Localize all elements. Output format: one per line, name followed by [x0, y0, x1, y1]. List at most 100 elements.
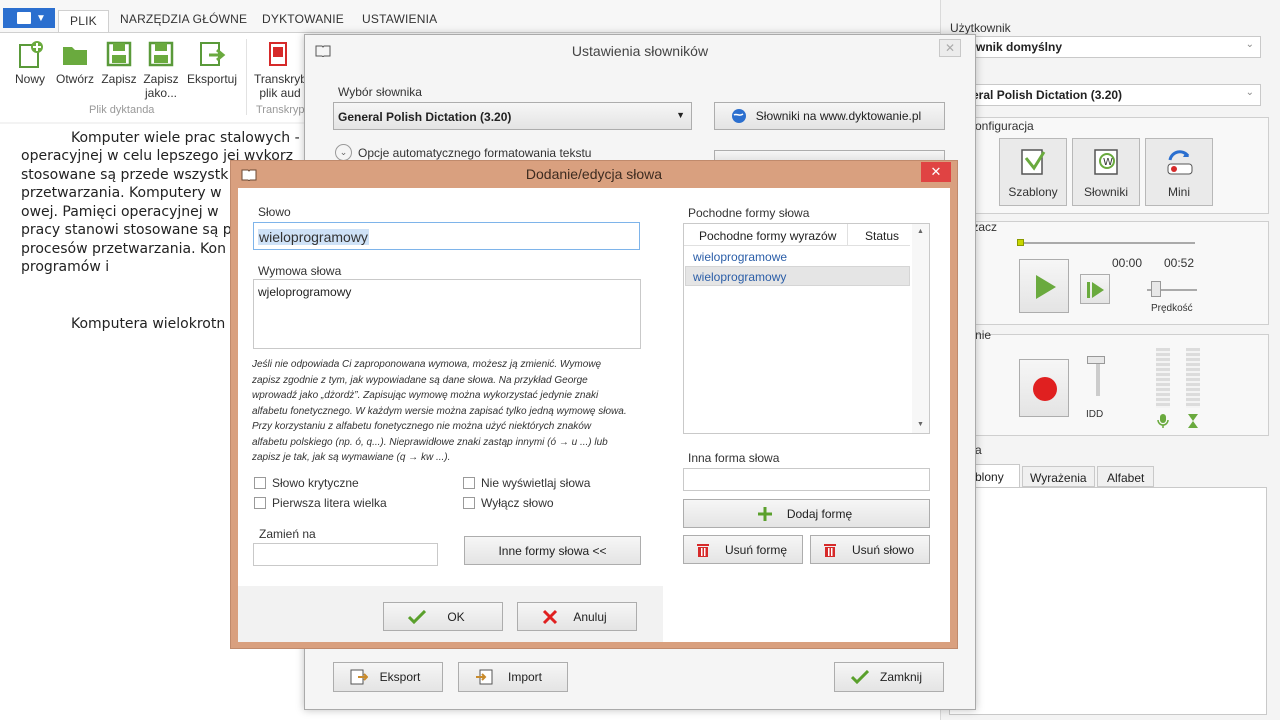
microphone-level-handle[interactable]: [1087, 356, 1105, 364]
word-input[interactable]: wieloprogramowy: [253, 222, 640, 250]
speed-label: Prędkość: [1151, 303, 1193, 314]
input-level-meter: [1156, 348, 1170, 408]
add-form-button[interactable]: Dodaj formę: [683, 499, 930, 528]
scroll-up-icon[interactable]: ▲: [917, 228, 924, 235]
remove-word-button[interactable]: Usuń słowo: [810, 535, 930, 564]
scroll-down-icon[interactable]: ▼: [917, 421, 924, 428]
cancel-label: Anuluj: [573, 609, 607, 624]
tab-alfabet[interactable]: Alfabet: [1097, 466, 1154, 487]
capital-letter-checkbox[interactable]: Pierwsza litera wielka: [254, 496, 387, 510]
transcribe-audio-button[interactable]: Transkryb plik aud: [254, 39, 307, 100]
hourglass-icon: [1188, 414, 1198, 428]
record-button[interactable]: [1019, 359, 1069, 417]
export-label: Eksportuj: [186, 72, 238, 86]
new-document-icon: [19, 41, 43, 68]
pronunciation-textarea[interactable]: wjeloprogramowy: [253, 279, 641, 349]
derived-form-text: wieloprogramowe: [693, 250, 788, 264]
hide-word-checkbox[interactable]: Nie wyświetlaj słowa: [463, 476, 590, 490]
transcribe-label-2: plik aud: [259, 86, 301, 100]
close-button[interactable]: Zamknij: [834, 662, 944, 692]
checkbox-box[interactable]: [254, 497, 266, 509]
user-select[interactable]: tkownik domyślny ⌄: [951, 36, 1261, 58]
play-selection-button[interactable]: [1080, 274, 1110, 304]
play-button[interactable]: [1019, 259, 1069, 313]
import-dict-label: Import: [507, 670, 542, 684]
doc-line: przetwarzania. Komputery w: [21, 185, 222, 201]
export-button[interactable]: Eksportuj: [186, 39, 238, 86]
svg-text:W: W: [1103, 157, 1113, 168]
export-icon: [200, 42, 226, 66]
word-edit-title: Dodanie/edycja słowa: [525, 166, 663, 182]
open-button[interactable]: Otwórz: [54, 39, 96, 86]
replace-with-input[interactable]: [253, 543, 438, 566]
hint-line: Przy korzystaniu z alfabetu fonetycznego…: [252, 421, 592, 432]
record-icon: [1033, 377, 1057, 401]
mini-tile[interactable]: Mini: [1145, 138, 1213, 206]
dictionaries-tile[interactable]: W Słowniki: [1072, 138, 1140, 206]
column-header-status[interactable]: Status: [865, 229, 899, 243]
hint-line: zapisz zgodnie z tym, jak wypowiadane są…: [252, 374, 588, 386]
tab-ustawienia[interactable]: USTAWIENIA: [362, 12, 437, 26]
dictionary-select[interactable]: eneral Polish Dictation (3.20) ⌄: [951, 84, 1261, 106]
dropdown-arrow-icon: ▼: [676, 110, 685, 120]
pronunciation-value: wjeloprogramowy: [258, 285, 352, 299]
critical-word-checkbox[interactable]: Słowo krytyczne: [254, 476, 359, 490]
app-menu-button[interactable]: ▼: [3, 8, 55, 28]
save-button[interactable]: Zapisz: [100, 39, 138, 86]
auto-format-label: Opcje automatycznego formatowania tekstu: [358, 146, 592, 160]
critical-word-label: Słowo krytyczne: [272, 476, 359, 490]
other-form-input[interactable]: [683, 468, 930, 491]
folder-icon: [63, 47, 87, 65]
player-group: [951, 221, 1269, 325]
ok-button[interactable]: OK: [383, 602, 503, 631]
doc-line: Komputer wiele prac stalowych -: [71, 130, 300, 146]
playback-track[interactable]: [1019, 242, 1195, 244]
dictionary-choice-select[interactable]: General Polish Dictation (3.20) ▼: [333, 102, 692, 130]
save-as-label-1: Zapisz: [143, 72, 179, 86]
hint-line: Jeśli nie odpowiada Ci zaproponowana wym…: [252, 359, 602, 370]
doc-line: owej. Pamięci operacyjnej w: [21, 204, 219, 220]
expand-chevron-icon[interactable]: ⌄: [335, 144, 352, 161]
microphone-icon: [1157, 414, 1169, 428]
doc-line: Komputera wielokrotn: [71, 316, 226, 332]
templates-list[interactable]: [949, 487, 1267, 715]
close-icon[interactable]: ✕: [921, 162, 951, 182]
disable-word-checkbox[interactable]: Wyłącz słowo: [463, 496, 554, 510]
dictionaries-tile-label: Słowniki: [1083, 185, 1128, 199]
playback-position-handle[interactable]: [1017, 239, 1024, 246]
import-dict-button[interactable]: Import: [458, 662, 568, 692]
new-button[interactable]: Nowy: [12, 39, 48, 86]
cancel-button[interactable]: Anuluj: [517, 602, 637, 631]
tab-dyktowanie[interactable]: DYKTOWANIE: [262, 12, 344, 26]
document-icon: [17, 12, 31, 24]
remove-form-button[interactable]: Usuń formę: [683, 535, 803, 564]
save-as-icon: [148, 41, 174, 67]
column-header-forms[interactable]: Pochodne formy wyrazów: [699, 229, 836, 243]
templates-tile[interactable]: Szablony: [999, 138, 1067, 206]
list-item[interactable]: wieloprogramowe: [685, 246, 910, 266]
web-dictionaries-button[interactable]: Słowniki na www.dyktowanie.pl: [714, 102, 945, 130]
list-scrollbar[interactable]: ▲ ▼: [912, 224, 929, 433]
list-item-selected[interactable]: wieloprogramowy: [685, 266, 910, 286]
close-icon[interactable]: ✕: [939, 39, 961, 57]
doc-line: programów i: [21, 259, 110, 275]
disable-word-label: Wyłącz słowo: [481, 496, 554, 510]
play-to-end-icon: [1087, 282, 1104, 298]
checkbox-box[interactable]: [463, 477, 475, 489]
checkbox-box[interactable]: [254, 477, 266, 489]
chevron-down-icon: ⌄: [1245, 87, 1254, 98]
doc-line: procesów przetwarzania. Kon: [21, 241, 226, 257]
derived-forms-list[interactable]: Pochodne formy wyrazów Status ▲ ▼ wielop…: [683, 223, 930, 434]
checkbox-box[interactable]: [463, 497, 475, 509]
derived-form-text: wieloprogramowy: [693, 270, 787, 284]
tab-plik[interactable]: PLIK: [58, 10, 109, 33]
export-dict-button[interactable]: Eksport: [333, 662, 443, 692]
mini-tile-label: Mini: [1167, 185, 1190, 199]
speed-slider-handle[interactable]: [1151, 281, 1161, 297]
replace-with-label: Zamień na: [259, 527, 316, 541]
save-as-button[interactable]: Zapisz jako...: [142, 39, 180, 100]
tab-narzedzia-glowne[interactable]: NARZĘDZIA GŁÓWNE: [120, 12, 247, 26]
tab-wyrazenia[interactable]: Wyrażenia: [1022, 466, 1095, 487]
chevron-down-icon: ▼: [36, 13, 46, 24]
other-forms-button[interactable]: Inne formy słowa <<: [464, 536, 641, 565]
